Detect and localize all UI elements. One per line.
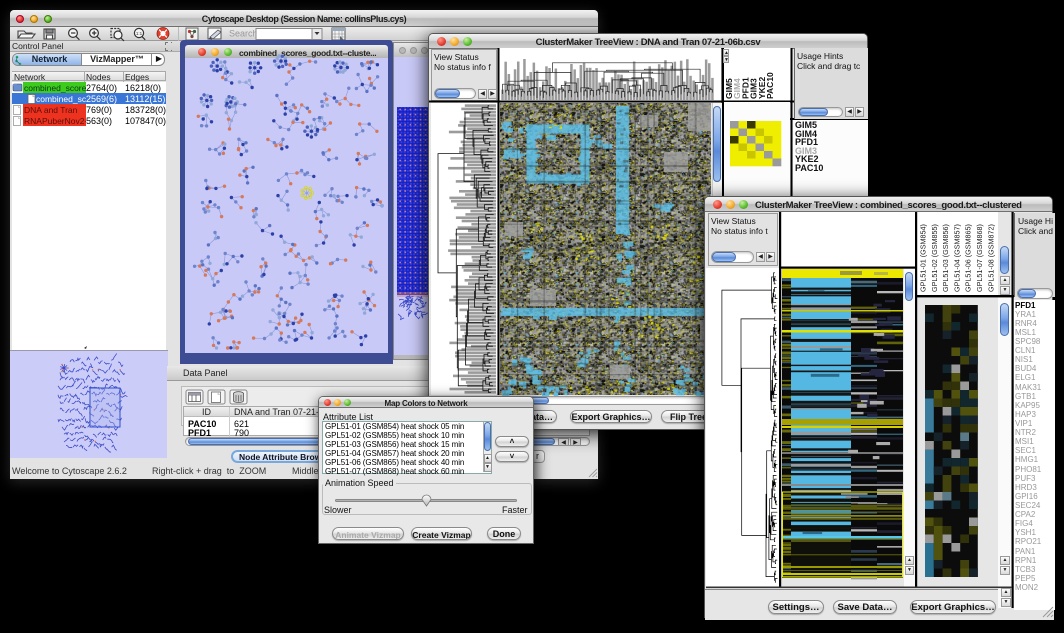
svg-text:GPL51-07 (GSM868): GPL51-07 (GSM868) — [975, 224, 984, 292]
svg-text:GPL51-03 (GSM856): GPL51-03 (GSM856) — [941, 224, 950, 292]
svg-text:GPL51-01 (GSM854): GPL51-01 (GSM854) — [919, 224, 928, 292]
svg-text:GPL51-04 (GSM857): GPL51-04 (GSM857) — [952, 224, 961, 292]
svg-text:GPL51-02 (GSM855): GPL51-02 (GSM855) — [930, 224, 939, 292]
svg-text:GPL51-06 (GSM865): GPL51-06 (GSM865) — [964, 224, 973, 292]
svg-text:GPL51-08 (GSM872): GPL51-08 (GSM872) — [986, 224, 995, 292]
